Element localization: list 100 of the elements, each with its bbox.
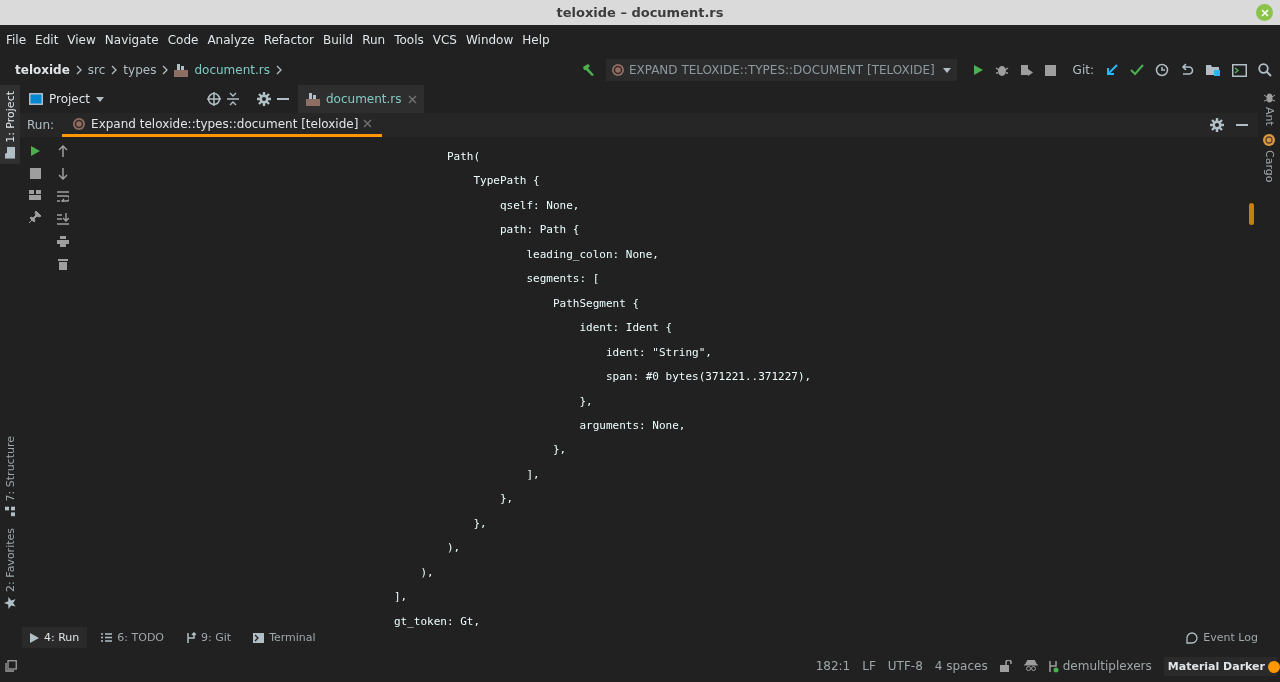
coverage-icon[interactable] bbox=[1019, 63, 1034, 77]
side-tool-tab[interactable]: 7: Structure bbox=[0, 429, 20, 523]
print-icon[interactable] bbox=[57, 236, 69, 247]
close-icon[interactable] bbox=[363, 119, 373, 128]
trash-icon[interactable] bbox=[58, 258, 68, 270]
terminal-window-icon[interactable] bbox=[1232, 63, 1247, 77]
side-tool-tab[interactable]: Cargo bbox=[1262, 133, 1276, 183]
pin-icon[interactable] bbox=[29, 211, 41, 223]
file-encoding[interactable]: UTF-8 bbox=[887, 659, 923, 673]
panels-toggle-icon[interactable] bbox=[5, 660, 17, 672]
chevron-icon bbox=[162, 65, 169, 75]
line-separator[interactable]: LF bbox=[862, 659, 876, 673]
debug-icon[interactable] bbox=[994, 63, 1009, 77]
ant-icon bbox=[1263, 92, 1275, 103]
menu-item[interactable]: Run bbox=[362, 33, 386, 47]
panel-title[interactable]: Project bbox=[49, 92, 91, 106]
console-line: ], bbox=[394, 589, 408, 606]
project-structure-icon[interactable] bbox=[1205, 63, 1221, 77]
scrollbar-thumb[interactable] bbox=[1249, 203, 1254, 225]
console-line: gt_token: Gt, bbox=[394, 613, 481, 630]
menu-item[interactable]: Navigate bbox=[104, 33, 159, 47]
breadcrumb-item[interactable]: src bbox=[87, 63, 106, 77]
search-icon[interactable] bbox=[1258, 63, 1272, 77]
close-icon[interactable] bbox=[407, 94, 417, 104]
console-line: ), bbox=[419, 564, 434, 581]
menu-item[interactable]: File bbox=[6, 33, 27, 47]
console-line: TypePath { bbox=[472, 173, 540, 190]
menu-item[interactable]: VCS bbox=[432, 33, 457, 47]
indent-setting[interactable]: 4 spaces bbox=[934, 659, 988, 673]
locate-icon[interactable] bbox=[207, 92, 221, 106]
layout-icon[interactable] bbox=[29, 190, 41, 200]
side-tool-tab[interactable]: 2: Favorites bbox=[0, 522, 20, 615]
rust-file-icon bbox=[174, 63, 189, 77]
rust-logo-icon bbox=[72, 116, 87, 131]
menu-item[interactable]: Tools bbox=[394, 33, 424, 47]
scroll-to-end-icon[interactable] bbox=[57, 213, 69, 225]
console-line: ident: Ident { bbox=[578, 320, 673, 337]
console-line: }, bbox=[578, 393, 593, 410]
tool-window-button[interactable]: Terminal bbox=[245, 627, 324, 648]
console-line: ident: "String", bbox=[604, 344, 712, 361]
folder-icon bbox=[5, 146, 15, 159]
list-icon bbox=[101, 633, 113, 642]
hammer-icon[interactable] bbox=[580, 63, 595, 77]
run-configuration-dropdown[interactable]: EXPAND TELOXIDE::TYPES::DOCUMENT [TELOXIDE] bbox=[605, 59, 957, 81]
tool-window-button[interactable]: 6: TODO bbox=[93, 627, 172, 648]
settings-icon[interactable] bbox=[257, 92, 271, 106]
play-icon bbox=[30, 632, 39, 643]
console-line: span: #0 bytes(371221..371227), bbox=[604, 369, 812, 386]
breadcrumb-item[interactable]: teloxide bbox=[15, 63, 70, 77]
unlocked-icon[interactable] bbox=[999, 660, 1012, 672]
console-line: }, bbox=[498, 491, 514, 508]
git-branch-widget[interactable]: demultiplexers bbox=[1047, 659, 1152, 673]
chevron-icon bbox=[275, 65, 282, 75]
tool-window-button[interactable]: 4: Run bbox=[22, 627, 88, 648]
console-line: leading_colon: None, bbox=[525, 246, 659, 263]
side-tool-tab[interactable]: Ant bbox=[1262, 92, 1276, 126]
up-arrow-icon[interactable] bbox=[58, 145, 68, 157]
branch-icon bbox=[186, 632, 196, 643]
run-label: Run: bbox=[27, 118, 55, 132]
run-tab[interactable]: Expand teloxide::types::document [teloxide] bbox=[62, 113, 383, 137]
menu-item[interactable]: Build bbox=[323, 33, 354, 47]
console-line: ], bbox=[525, 466, 540, 483]
chevron-icon bbox=[111, 65, 118, 75]
stop-icon[interactable] bbox=[29, 168, 41, 179]
breadcrumb-item[interactable]: document.rs bbox=[194, 63, 270, 77]
undo-icon[interactable] bbox=[1180, 63, 1194, 77]
caret-icon bbox=[942, 67, 951, 73]
branch-icon bbox=[1047, 659, 1060, 673]
theme-indicator[interactable]: Material Darker bbox=[1163, 656, 1277, 676]
rerun-icon[interactable] bbox=[29, 145, 41, 157]
update-project-icon[interactable] bbox=[1105, 63, 1119, 77]
down-arrow-icon[interactable] bbox=[58, 168, 68, 180]
close-icon bbox=[1260, 8, 1269, 17]
caret-position[interactable]: 182:1 bbox=[815, 659, 851, 673]
menu-item[interactable]: Window bbox=[465, 33, 514, 47]
collapse-all-icon[interactable] bbox=[227, 92, 239, 106]
event-log-button[interactable]: Event Log bbox=[1178, 627, 1266, 648]
tool-window-button[interactable]: 9: Git bbox=[178, 627, 240, 648]
console-line: arguments: None, bbox=[578, 418, 686, 434]
menu-item[interactable]: View bbox=[67, 33, 96, 47]
console-line: }, bbox=[472, 515, 487, 532]
side-tool-tab[interactable]: 1: Project bbox=[0, 85, 20, 164]
menu-item[interactable]: Help bbox=[522, 33, 550, 47]
menu-item[interactable]: Refactor bbox=[263, 33, 315, 47]
caret-icon bbox=[96, 96, 105, 102]
menu-item[interactable]: Code bbox=[167, 33, 199, 47]
editor-tab[interactable]: document.rs bbox=[298, 85, 424, 113]
commit-icon[interactable] bbox=[1130, 63, 1144, 77]
settings-icon[interactable] bbox=[1210, 118, 1224, 132]
history-icon[interactable] bbox=[1155, 63, 1169, 77]
breadcrumb-item[interactable]: types bbox=[123, 63, 157, 77]
soft-wrap-icon[interactable] bbox=[57, 191, 69, 202]
panel-icon bbox=[29, 93, 43, 105]
console-line: segments: [ bbox=[525, 271, 600, 288]
menu-item[interactable]: Analyze bbox=[207, 33, 255, 47]
menu-item[interactable]: Edit bbox=[35, 33, 59, 47]
inspector-icon[interactable] bbox=[1023, 660, 1038, 672]
stop-icon[interactable] bbox=[1044, 64, 1056, 76]
console-line: qself: None, bbox=[498, 197, 580, 214]
run-icon[interactable] bbox=[971, 64, 984, 76]
